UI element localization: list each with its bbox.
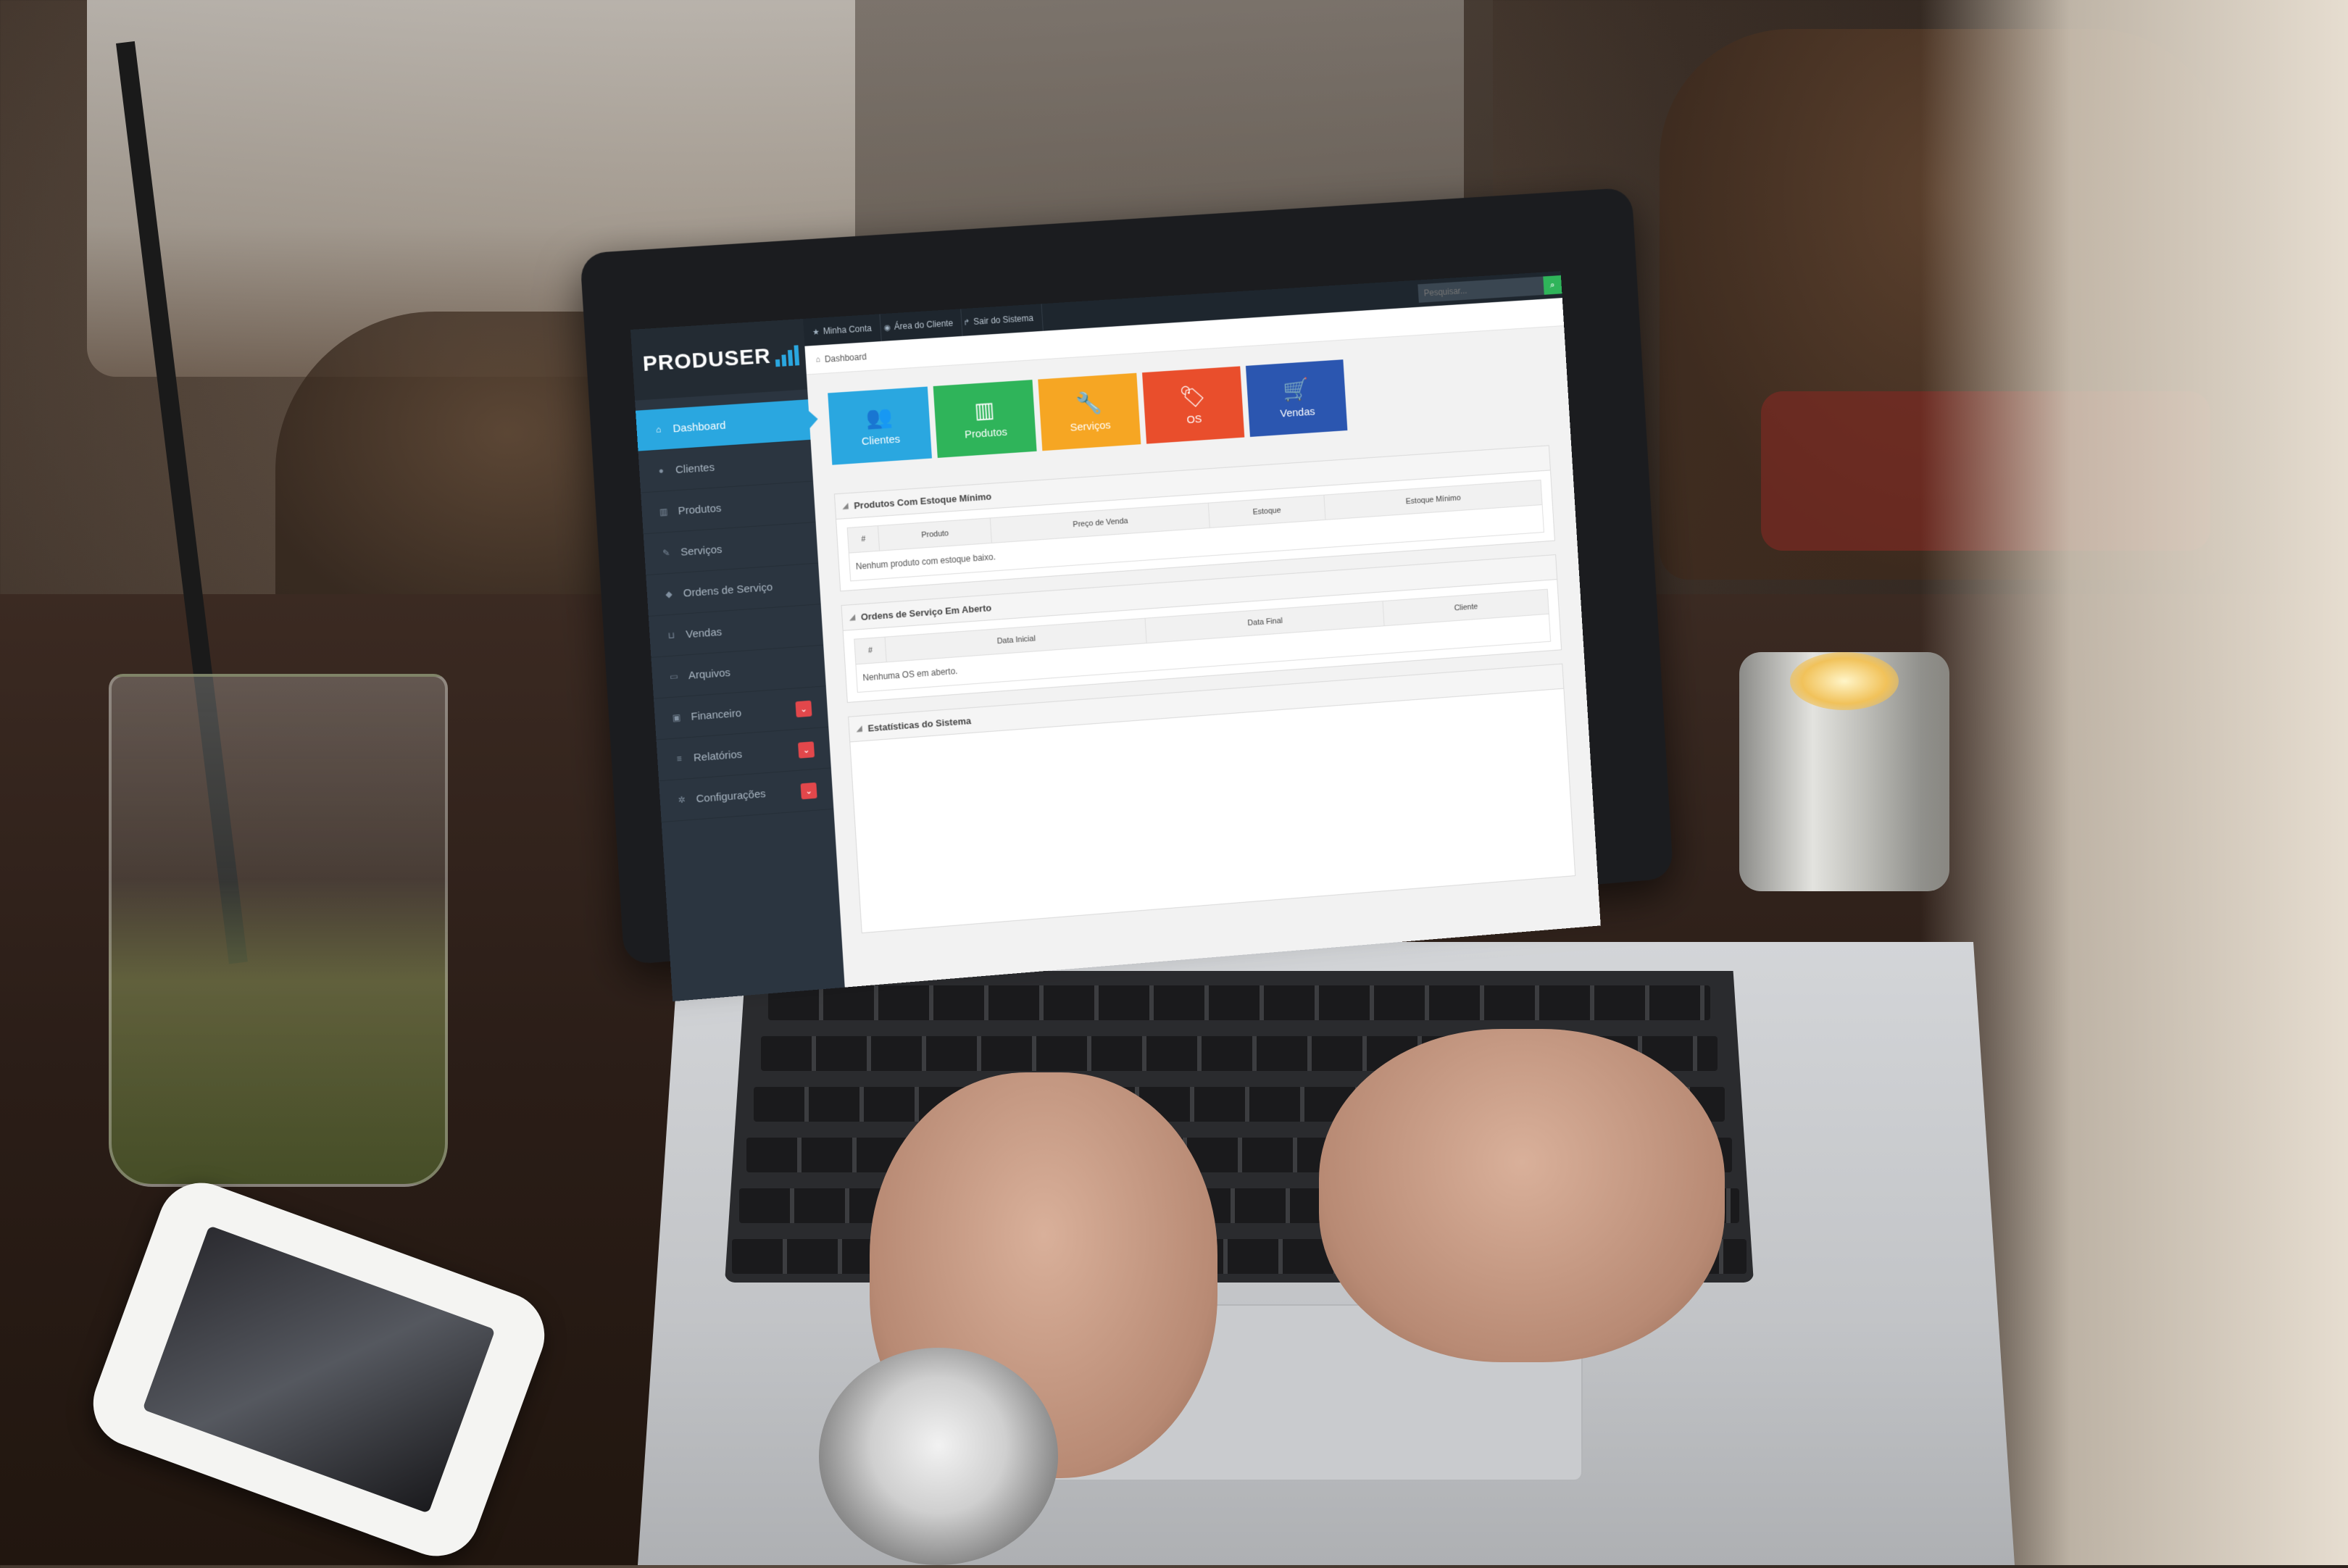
- sidebar-item-label: Produtos: [678, 501, 722, 517]
- collapse-triangle-icon[interactable]: ◢: [849, 613, 855, 621]
- search-button[interactable]: ⌕: [1543, 275, 1562, 295]
- sidebar-item-label: Ordens de Serviço: [683, 580, 773, 600]
- chevron-down-icon[interactable]: ⌄: [795, 700, 812, 718]
- home-icon: ⌂: [815, 354, 821, 364]
- collapse-triangle-icon[interactable]: ◢: [857, 725, 862, 733]
- sidebar-item-label: Arquivos: [688, 666, 731, 682]
- drinking-glass: [109, 674, 448, 1187]
- chevron-down-icon[interactable]: ⌄: [798, 741, 815, 759]
- logo[interactable]: PRODUSER: [630, 319, 808, 401]
- laptop-screen: PRODUSER ⌂ Dashboard ● Clientes ▥ Produt…: [630, 271, 1601, 1002]
- keyboard-row[interactable]: [768, 985, 1710, 1020]
- tile-label: Vendas: [1279, 405, 1315, 420]
- sidebar-item-label: Serviços: [680, 543, 723, 559]
- cog-icon: ✲: [678, 794, 686, 806]
- chart-bars-icon: [775, 343, 800, 367]
- tile-vendas[interactable]: 🛒 Vendas: [1245, 359, 1348, 438]
- tile-label: OS: [1186, 412, 1202, 426]
- exit-arrow-icon: ↱: [963, 317, 970, 328]
- wrench-icon: 🔧: [1075, 391, 1103, 417]
- tile-label: Produtos: [964, 425, 1008, 441]
- tag-icon: ◆: [665, 588, 673, 600]
- sidebar-item-label: Vendas: [685, 625, 723, 641]
- collapse-triangle-icon[interactable]: ◢: [842, 502, 848, 510]
- tile-label: Serviços: [1070, 418, 1112, 434]
- topbar-link-label: Área do Cliente: [894, 317, 954, 332]
- sidebar-item-label: Relatórios: [693, 748, 743, 764]
- tile-os[interactable]: 🏷 OS: [1142, 366, 1245, 444]
- column-header[interactable]: #: [854, 637, 887, 664]
- sidebar-item-label: Dashboard: [673, 419, 726, 435]
- column-header[interactable]: #: [847, 525, 880, 554]
- tile-clientes[interactable]: 👥 Clientes: [828, 386, 932, 465]
- panel-title: Produtos Com Estoque Mínimo: [853, 491, 992, 511]
- barcode-icon: ▥: [659, 506, 668, 517]
- file-icon: ▭: [669, 671, 679, 682]
- sidebar-item-label: Clientes: [675, 461, 715, 476]
- tile-produtos[interactable]: ▥ Produtos: [933, 380, 1037, 458]
- eye-icon: ◉: [883, 322, 891, 333]
- cart-icon: 🛒: [1282, 377, 1310, 403]
- tags-icon: 🏷: [1178, 383, 1207, 409]
- panel-title: Estatísticas do Sistema: [867, 714, 972, 734]
- panel-estatisticas: ◢ Estatísticas do Sistema: [848, 663, 1576, 934]
- cart-icon: ⊔: [667, 630, 675, 641]
- barcode-icon: ▥: [973, 397, 996, 423]
- users-icon: ●: [658, 465, 665, 476]
- topbar-link-label: Minha Conta: [823, 323, 873, 337]
- search-icon: ⌕: [1549, 279, 1556, 291]
- panel-title: Ordens de Serviço Em Aberto: [860, 601, 992, 622]
- chevron-down-icon[interactable]: ⌄: [800, 782, 817, 800]
- sidebar-item-label: Configurações: [696, 787, 767, 805]
- sidebar-item-label: Financeiro: [690, 706, 742, 723]
- home-icon: ⌂: [655, 424, 662, 435]
- breadcrumb-dashboard[interactable]: Dashboard: [824, 351, 867, 364]
- wristwatch: [819, 1348, 1058, 1565]
- money-icon: ▣: [672, 712, 681, 723]
- sidebar-menu: ⌂ Dashboard ● Clientes ▥ Produtos ✎ Serv…: [636, 399, 834, 823]
- candle-flame: [1790, 652, 1899, 710]
- brand-name: PRODUSER: [641, 343, 772, 376]
- tile-servicos[interactable]: 🔧 Serviços: [1038, 372, 1141, 451]
- users-icon: 👥: [865, 404, 894, 430]
- wrench-icon: ✎: [662, 547, 670, 559]
- topbar-link-label: Sair do Sistema: [973, 312, 1034, 327]
- quick-access-tiles: 👥 Clientes ▥ Produtos 🔧 Serviços 🏷 OS 🛒 …: [828, 359, 1348, 465]
- tile-label: Clientes: [861, 433, 901, 448]
- list-icon: ≡: [676, 753, 683, 764]
- smartphone-screen: [142, 1225, 496, 1514]
- search-input[interactable]: [1417, 276, 1550, 303]
- right-hand: [1319, 1029, 1725, 1362]
- star-icon: ★: [812, 328, 820, 337]
